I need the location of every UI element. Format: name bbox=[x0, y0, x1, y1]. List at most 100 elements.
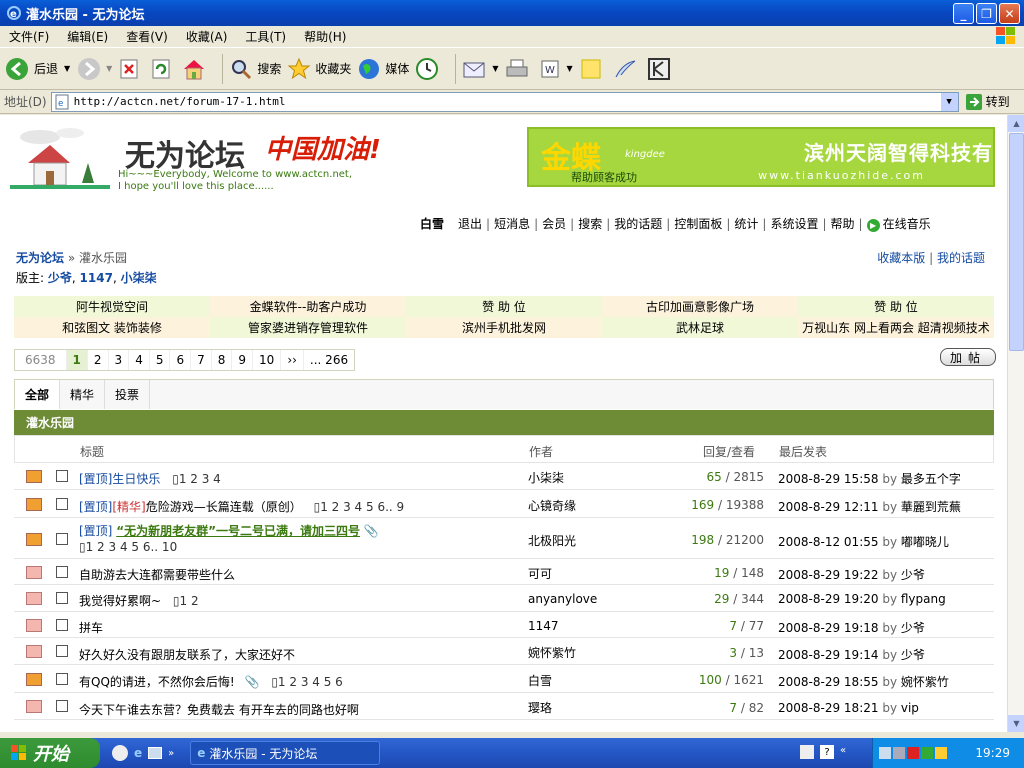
last-post-time[interactable]: 2008-8-29 19:14 bbox=[778, 648, 879, 662]
last-post-user[interactable]: flypang bbox=[901, 592, 946, 606]
forum-logo[interactable]: 无为论坛 中国加油! Hi~~~Everybody, Welcome to ww… bbox=[10, 123, 390, 193]
menu-view[interactable]: 查看(V) bbox=[117, 28, 177, 45]
thread-title-link[interactable]: 有QQ的请进，不然你会后悔! bbox=[79, 675, 235, 689]
ad-link[interactable]: 滨州手机批发网 bbox=[406, 317, 602, 338]
mail-button[interactable]: ▼ bbox=[462, 58, 499, 80]
tab-digest[interactable]: 精华 bbox=[60, 380, 106, 409]
speaker-icon[interactable] bbox=[893, 747, 905, 759]
moderator-link[interactable]: 小柒柒 bbox=[121, 271, 157, 285]
ad-link[interactable]: 管家婆进销存管理软件 bbox=[210, 317, 406, 338]
thread-title-link[interactable]: 生日快乐 bbox=[112, 472, 160, 486]
pager-page[interactable]: 9 bbox=[232, 350, 254, 370]
scroll-thumb[interactable] bbox=[1009, 133, 1024, 351]
media-player-icon[interactable] bbox=[112, 745, 128, 761]
forward-dropdown-icon[interactable]: ▼ bbox=[106, 64, 112, 73]
forward-button[interactable]: ▼ bbox=[76, 56, 112, 82]
maximize-button[interactable]: ❐ bbox=[976, 3, 997, 24]
research-button[interactable] bbox=[647, 57, 675, 81]
help-icon[interactable]: ? bbox=[820, 745, 834, 759]
security-icon[interactable] bbox=[935, 747, 947, 759]
media-button[interactable]: 媒体 bbox=[357, 57, 409, 81]
ie-quick-icon[interactable]: e bbox=[134, 746, 142, 760]
menu-file[interactable]: 文件(F) bbox=[0, 28, 58, 45]
nav-settings[interactable]: 系统设置 bbox=[766, 215, 822, 232]
last-post-time[interactable]: 2008-8-29 18:55 bbox=[778, 675, 879, 689]
minimize-button[interactable]: _ bbox=[953, 3, 974, 24]
thread-author[interactable]: 小柒柒 bbox=[528, 469, 564, 486]
nav-members[interactable]: 会员 bbox=[538, 215, 570, 232]
menu-tools[interactable]: 工具(T) bbox=[236, 28, 295, 45]
ad-link[interactable]: 金蝶软件--助客户成功 bbox=[210, 296, 406, 317]
tab-poll[interactable]: 投票 bbox=[105, 380, 151, 409]
last-post-time[interactable]: 2008-8-29 18:21 bbox=[778, 701, 879, 715]
go-button[interactable]: 转到 bbox=[965, 93, 1010, 111]
tab-all[interactable]: 全部 bbox=[15, 380, 61, 409]
page-links[interactable]: ▯1 2 3 4 5 6.. 10 bbox=[79, 540, 177, 554]
menu-favorites[interactable]: 收藏(A) bbox=[177, 28, 237, 45]
moderator-link[interactable]: 少爷 bbox=[48, 271, 72, 285]
stop-button[interactable] bbox=[118, 58, 144, 80]
last-post-user[interactable]: 婉怀紫竹 bbox=[901, 675, 949, 689]
nav-username[interactable]: 白雪 bbox=[420, 215, 444, 232]
scroll-up-icon[interactable]: ▲ bbox=[1008, 115, 1024, 132]
ad-link[interactable]: 古印加画意影像广场 bbox=[602, 296, 798, 317]
last-post-user[interactable]: vip bbox=[901, 701, 919, 715]
network-icon[interactable] bbox=[800, 745, 814, 759]
monitor-icon[interactable] bbox=[879, 747, 891, 759]
pager-page[interactable]: 5 bbox=[150, 350, 171, 370]
menu-help[interactable]: 帮助(H) bbox=[295, 28, 355, 45]
breadcrumb-home[interactable]: 无为论坛 bbox=[16, 251, 64, 265]
home-button[interactable] bbox=[182, 58, 210, 80]
nav-help[interactable]: 帮助 bbox=[827, 215, 859, 232]
pager-page[interactable]: 8 bbox=[212, 350, 233, 370]
pager-page[interactable]: 2 bbox=[88, 350, 109, 370]
thread-author[interactable]: 心镜奇缘 bbox=[528, 497, 576, 514]
last-post-time[interactable]: 2008-8-12 01:55 bbox=[778, 535, 879, 549]
scroll-down-icon[interactable]: ▼ bbox=[1008, 715, 1024, 732]
page-links[interactable]: ▯1 2 bbox=[173, 594, 199, 608]
my-topics-link[interactable]: 我的话题 bbox=[937, 251, 985, 265]
taskbar-window-button[interactable]: e 灌水乐园 - 无为论坛 bbox=[190, 741, 381, 765]
thread-author[interactable]: anyanylove bbox=[528, 592, 597, 606]
collapse-tray-icon[interactable]: « bbox=[840, 745, 846, 759]
thread-title-link[interactable]: 自助游去大连都需要带些什么 bbox=[79, 566, 235, 583]
menu-edit[interactable]: 编辑(E) bbox=[58, 28, 117, 45]
pager-next[interactable]: ›› bbox=[281, 350, 304, 370]
pager-page[interactable]: 4 bbox=[129, 350, 150, 370]
ad-link[interactable]: 武林足球 bbox=[602, 317, 798, 338]
favorites-button[interactable]: 收藏夹 bbox=[287, 57, 351, 81]
last-post-time[interactable]: 2008-8-29 12:11 bbox=[778, 500, 879, 514]
shield-icon[interactable] bbox=[921, 747, 933, 759]
last-post-user[interactable]: 少爷 bbox=[901, 648, 925, 662]
kingdee-banner[interactable]: 金蝶 kingdee 帮助顾客成功 滨州天阔智得科技有 www.tiankuoz… bbox=[527, 127, 995, 187]
clock[interactable]: 19:29 bbox=[975, 746, 1010, 760]
back-button[interactable]: 后退 ▼ bbox=[4, 56, 70, 82]
nav-my-topics[interactable]: 我的话题 bbox=[610, 215, 666, 232]
page-links[interactable]: ▯1 2 3 4 bbox=[172, 472, 221, 486]
thread-author[interactable]: 白雪 bbox=[528, 672, 552, 689]
last-post-user[interactable]: 嘟嘟晓儿 bbox=[901, 535, 949, 549]
pager-page[interactable]: 3 bbox=[109, 350, 130, 370]
nav-music[interactable]: ▶ 在线音乐 bbox=[863, 215, 935, 232]
last-post-user[interactable]: 少爷 bbox=[901, 621, 925, 635]
ad-link[interactable]: 万视山东 网上看两会 超清视频技术 bbox=[798, 317, 994, 338]
print-button[interactable] bbox=[505, 58, 533, 80]
edit-dropdown-icon[interactable]: ▼ bbox=[567, 64, 573, 73]
refresh-button[interactable] bbox=[150, 58, 176, 80]
nav-messages[interactable]: 短消息 bbox=[490, 215, 534, 232]
mail-dropdown-icon[interactable]: ▼ bbox=[492, 64, 498, 73]
close-button[interactable]: ✕ bbox=[999, 3, 1020, 24]
pager-last[interactable]: ... 266 bbox=[304, 350, 354, 370]
back-dropdown-icon[interactable]: ▼ bbox=[64, 64, 70, 73]
nav-logout[interactable]: 退出 bbox=[454, 215, 486, 232]
thread-author[interactable]: 璎珞 bbox=[528, 699, 552, 716]
thread-title-link[interactable]: 拼车 bbox=[79, 619, 103, 636]
edit-button[interactable]: W ▼ bbox=[539, 58, 573, 80]
thread-title-link[interactable]: 好久好久没有跟朋友联系了，大家还好不 bbox=[79, 646, 295, 663]
address-dropdown-icon[interactable]: ▼ bbox=[940, 92, 958, 111]
thread-title-link[interactable]: 危险游戏—长篇连载（原创） bbox=[146, 500, 302, 514]
nav-search[interactable]: 搜索 bbox=[574, 215, 606, 232]
page-links[interactable]: ▯1 2 3 4 5 6.. 9 bbox=[314, 500, 405, 514]
thread-author[interactable]: 可可 bbox=[528, 565, 552, 582]
pager-page[interactable]: 7 bbox=[191, 350, 212, 370]
